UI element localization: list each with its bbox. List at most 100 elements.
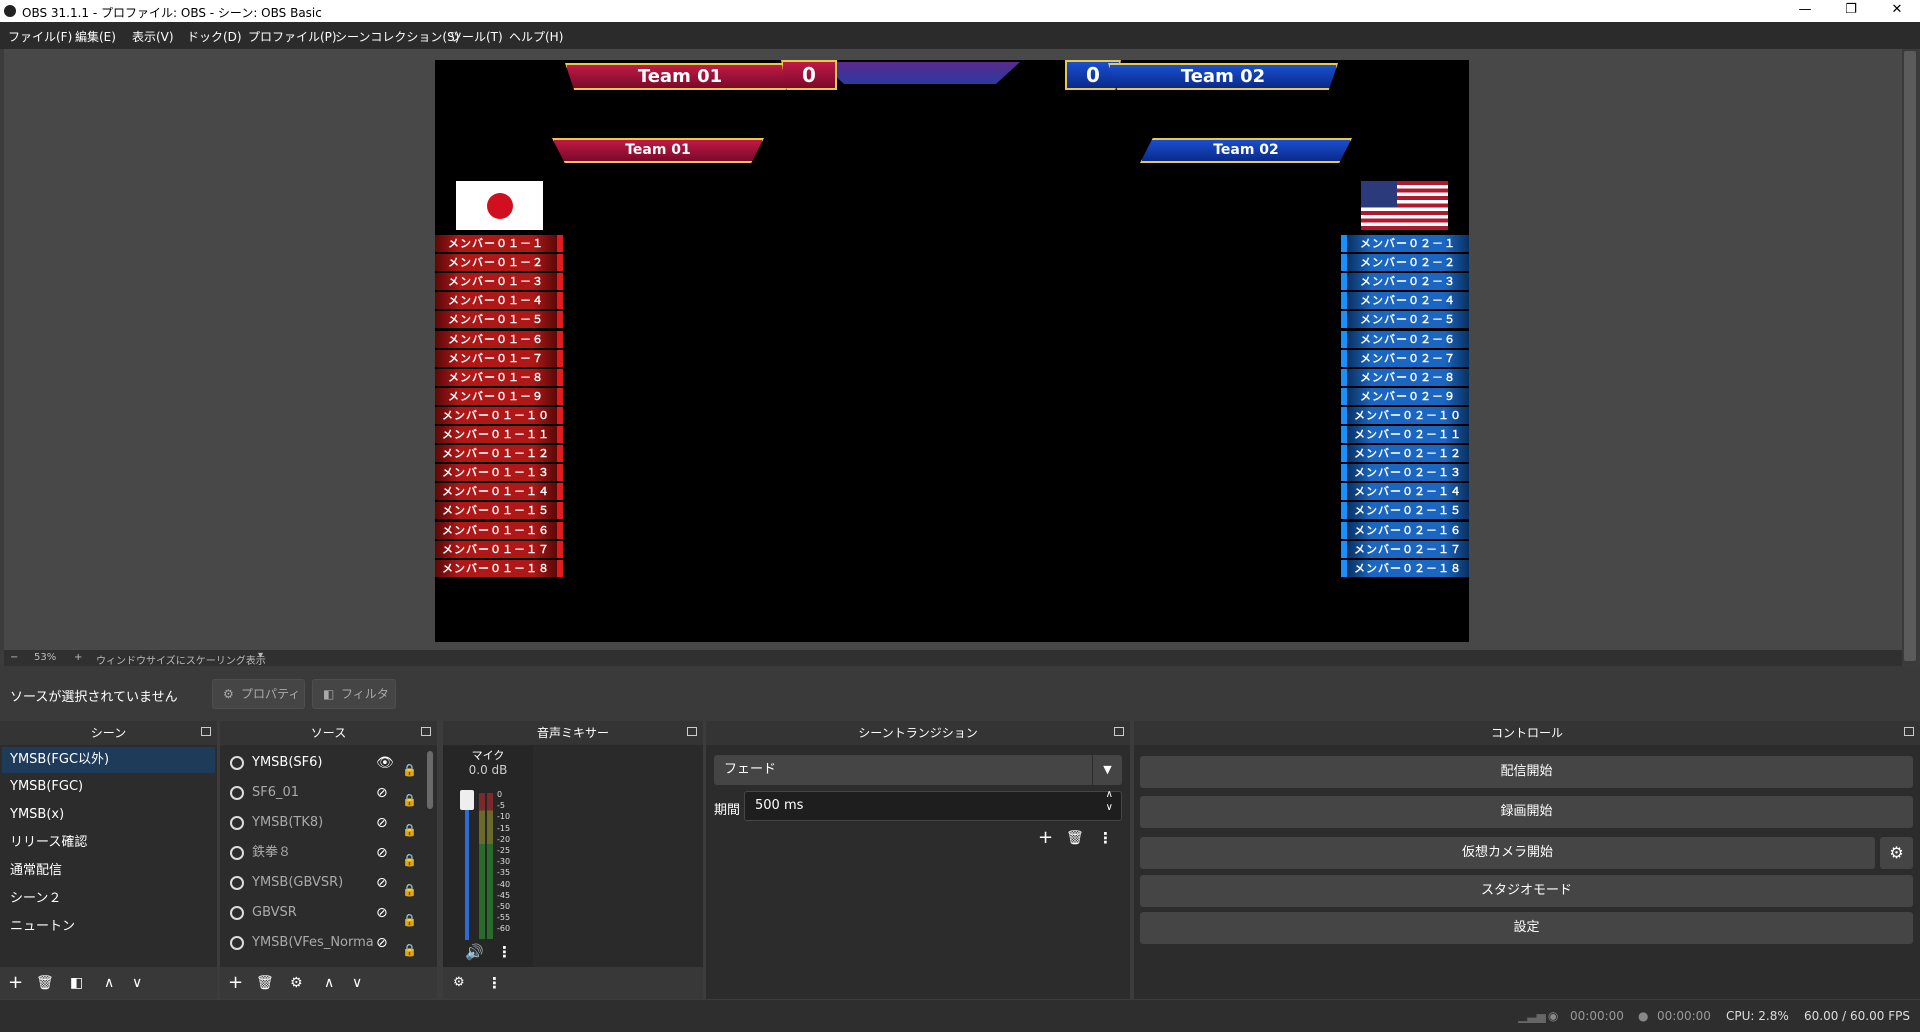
settings-button[interactable]: 設定 xyxy=(1140,912,1913,944)
zoom-in-button[interactable]: + xyxy=(74,652,82,663)
team2-member: メンバー０２－１２ xyxy=(1341,445,1469,463)
channel-level: 0.0 dB xyxy=(468,763,508,777)
remove-source-icon[interactable]: 🗑 xyxy=(256,974,274,992)
studio-mode-button[interactable]: スタジオモード xyxy=(1140,875,1913,907)
menu-help[interactable]: ヘルプ(H) xyxy=(509,28,563,45)
scale-tick: -50 xyxy=(497,902,511,911)
scene-item[interactable]: YMSB(FGC) xyxy=(2,774,215,800)
lock-icon[interactable]: 🔒 xyxy=(402,936,417,957)
start-virtual-camera-button[interactable]: 仮想カメラ開始 xyxy=(1140,837,1875,869)
eye-hidden-icon[interactable]: ⊘ xyxy=(376,839,388,867)
team1-member: メンバー０１－９ xyxy=(435,387,563,405)
duration-input[interactable]: 500 ms ∧ ∨ xyxy=(744,788,1122,821)
lock-icon[interactable]: 🔒 xyxy=(402,816,417,837)
menu-scene-collection[interactable]: シーンコレクション(S) xyxy=(335,28,459,45)
move-down-icon[interactable]: ∨ xyxy=(132,974,142,992)
start-recording-button[interactable]: 録画開始 xyxy=(1140,796,1913,828)
add-scene-icon[interactable]: + xyxy=(8,974,23,992)
minimize-button[interactable]: — xyxy=(1782,0,1828,22)
mixer-menu-icon[interactable]: ⋮ xyxy=(487,974,502,992)
advanced-audio-icon[interactable]: ⚙ xyxy=(453,974,465,992)
move-up-icon[interactable]: ∧ xyxy=(324,974,334,992)
eye-icon[interactable]: 👁 xyxy=(376,749,394,777)
preview-canvas[interactable]: Team 01 0 0 Team 02 Team 01 Team 02 メンバー… xyxy=(435,60,1469,642)
chevron-down-icon[interactable]: ▼ xyxy=(1092,755,1122,785)
team1-label: Team 01 xyxy=(625,142,691,158)
move-up-icon[interactable]: ∧ xyxy=(104,974,114,992)
remove-scene-icon[interactable]: 🗑 xyxy=(36,974,54,992)
move-down-icon[interactable]: ∨ xyxy=(352,974,362,992)
scene-item[interactable]: ニュートン xyxy=(2,914,215,940)
transition-type-select[interactable]: フェード ▼ xyxy=(714,755,1122,785)
stepper-icon[interactable]: ∧ ∨ xyxy=(1106,788,1113,814)
preview-scrollbar[interactable] xyxy=(1902,49,1918,665)
scrollbar-thumb[interactable] xyxy=(1904,51,1916,661)
team1-member: メンバー０１－１３ xyxy=(435,464,563,482)
menu-edit[interactable]: 編集(E) xyxy=(75,28,116,45)
menu-profile[interactable]: プロファイル(P) xyxy=(248,28,337,45)
scene-item[interactable]: 通常配信 xyxy=(2,858,215,884)
filters-button[interactable]: ◧ フィルタ xyxy=(312,679,396,709)
mixer-footer: ⚙ ⋮ xyxy=(443,967,703,999)
float-dock-icon[interactable] xyxy=(201,727,211,736)
scene-item[interactable]: YMSB(x) xyxy=(2,802,215,828)
close-button[interactable]: ✕ xyxy=(1874,0,1920,22)
properties-button[interactable]: ⚙ プロパティ xyxy=(212,679,305,709)
volume-slider-track[interactable] xyxy=(465,795,469,940)
virtual-camera-settings-icon[interactable]: ⚙ xyxy=(1880,837,1913,869)
scenes-dock: シーン YMSB(FGC以外) YMSB(FGC) YMSB(x) リリース確認… xyxy=(0,721,217,999)
transition-menu-icon[interactable]: ⋮ xyxy=(1098,829,1113,847)
scaling-mode[interactable]: ウィンドウサイズにスケーリング表示 xyxy=(96,652,266,667)
eye-hidden-icon[interactable]: ⊘ xyxy=(376,779,388,807)
lock-icon[interactable]: 🔒 xyxy=(402,756,417,777)
menu-bar: ファイル(F) 編集(E) 表示(V) ドック(D) プロファイル(P) シーン… xyxy=(0,22,1920,49)
source-name: YMSB(VFes_Norma xyxy=(252,935,374,950)
eye-hidden-icon[interactable]: ⊘ xyxy=(376,929,388,957)
scene-filters-icon[interactable]: ◧ xyxy=(70,974,83,992)
filters-label: フィルタ xyxy=(341,687,389,701)
stream-timer: 00:00:00 xyxy=(1570,1009,1624,1023)
menu-dock[interactable]: ドック(D) xyxy=(187,28,242,45)
maximize-button[interactable]: ❐ xyxy=(1828,0,1874,22)
team2-label-banner: Team 02 xyxy=(1140,138,1352,163)
volume-slider-handle[interactable] xyxy=(460,790,474,810)
float-dock-icon[interactable] xyxy=(687,727,697,736)
menu-view[interactable]: 表示(V) xyxy=(132,28,174,45)
team2-top-banner: Team 02 xyxy=(1108,63,1338,90)
source-properties-icon[interactable]: ⚙ xyxy=(290,974,303,992)
eye-hidden-icon[interactable]: ⊘ xyxy=(376,809,388,837)
float-dock-icon[interactable] xyxy=(421,727,431,736)
add-transition-icon[interactable]: + xyxy=(1038,829,1053,847)
lock-icon[interactable]: 🔒 xyxy=(402,786,417,807)
zoom-out-button[interactable]: − xyxy=(10,652,18,663)
scene-item[interactable]: リリース確認 xyxy=(2,830,215,856)
add-source-icon[interactable]: + xyxy=(228,974,243,992)
scene-item[interactable]: シーン２ xyxy=(2,886,215,912)
eye-hidden-icon[interactable]: ⊘ xyxy=(376,899,388,927)
float-dock-icon[interactable] xyxy=(1114,727,1124,736)
team2-member: メンバー０２－７ xyxy=(1341,349,1469,367)
lock-icon[interactable]: 🔒 xyxy=(402,846,417,867)
remove-transition-icon[interactable]: 🗑 xyxy=(1066,829,1084,847)
source-name: SF6_01 xyxy=(252,785,300,800)
scaling-dropdown-icon[interactable]: ▾ xyxy=(258,650,263,661)
scale-tick: -35 xyxy=(497,868,511,878)
scene-item[interactable]: YMSB(FGC以外) xyxy=(2,747,215,773)
lock-icon[interactable]: 🔒 xyxy=(402,906,417,927)
sources-scrollbar[interactable] xyxy=(427,751,433,809)
usa-flag-icon xyxy=(1361,181,1448,230)
lock-icon[interactable]: 🔒 xyxy=(402,876,417,897)
meter-bar-right xyxy=(487,793,493,939)
team1-member: メンバー０１－６ xyxy=(435,330,563,348)
source-type-icon xyxy=(230,936,244,950)
eye-hidden-icon[interactable]: ⊘ xyxy=(376,869,388,897)
float-dock-icon[interactable] xyxy=(1904,727,1914,736)
scenes-footer: + 🗑 ◧ ∧ ∨ xyxy=(0,967,217,999)
team2-member: メンバー０２－５ xyxy=(1341,311,1469,329)
menu-tools[interactable]: ツール(T) xyxy=(450,28,503,45)
menu-file[interactable]: ファイル(F) xyxy=(8,28,72,45)
more-options-icon[interactable]: ⋮ xyxy=(497,943,512,961)
team1-member: メンバー０１－１０ xyxy=(435,406,563,424)
speaker-icon[interactable]: 🔊 xyxy=(465,943,484,961)
start-streaming-button[interactable]: 配信開始 xyxy=(1140,756,1913,788)
